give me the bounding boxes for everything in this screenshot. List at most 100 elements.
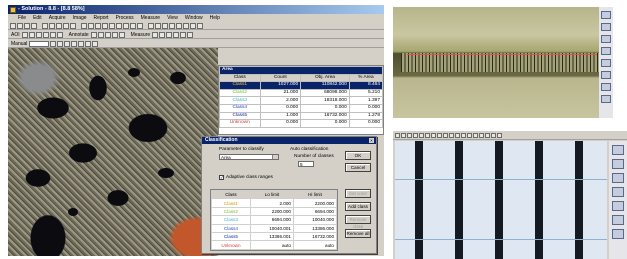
tool-icon[interactable] (461, 132, 466, 138)
thumbnail[interactable] (612, 145, 624, 155)
measure-area-icon[interactable] (166, 31, 173, 38)
sort-icon[interactable] (176, 22, 182, 29)
zoom-in-icon[interactable] (95, 22, 101, 29)
menu-report[interactable]: Report (94, 14, 109, 22)
thumbnail[interactable] (612, 187, 624, 197)
tool-icon[interactable] (401, 132, 406, 138)
tool-icon[interactable] (425, 132, 430, 138)
add-class-button[interactable]: Add class (345, 202, 371, 211)
report-icon[interactable] (148, 22, 154, 29)
thumbnail[interactable] (601, 23, 611, 31)
cut-icon[interactable] (56, 22, 62, 29)
annotate-text-icon[interactable] (90, 31, 97, 38)
stripes-image[interactable] (395, 141, 607, 259)
table-row[interactable]: Class3 6694.000 10040.000 (211, 215, 337, 225)
table-icon[interactable] (155, 22, 161, 29)
annotate-arrow-icon[interactable] (104, 31, 111, 38)
draw-poly-icon[interactable] (78, 40, 85, 47)
menu-measure[interactable]: Measure (141, 14, 160, 22)
measure-calibrate-icon[interactable] (180, 31, 187, 38)
ok-button[interactable]: OK (345, 151, 371, 160)
thumbnail[interactable] (612, 229, 624, 239)
table-row[interactable]: Class1 2.000 2200.000 (211, 198, 337, 208)
table-row[interactable]: Class4 10040.001 13386.000 (211, 223, 337, 233)
menu-edit[interactable]: Edit (33, 14, 42, 22)
table-row[interactable]: Class5 1.000 16732.000 1.278 (219, 111, 384, 121)
draw-point-icon[interactable] (50, 40, 57, 47)
draw-rect-icon[interactable] (64, 40, 71, 47)
aoi-ellipse-icon[interactable] (28, 31, 35, 38)
table-row[interactable]: Class4 0.000 0.000 0.000 (219, 103, 384, 113)
remove-class-button[interactable]: Remove class (345, 215, 371, 229)
print-icon[interactable] (31, 22, 37, 29)
filter-icon[interactable] (123, 22, 129, 29)
area-results-table[interactable]: Area Class Count Obj. Area % Area Class1… (218, 65, 384, 135)
draw-trace-icon[interactable] (85, 40, 92, 47)
aoi-polygon-icon[interactable] (35, 31, 42, 38)
tool-icon[interactable] (497, 132, 502, 138)
undo-icon[interactable] (42, 22, 48, 29)
tool-icon[interactable] (437, 132, 442, 138)
table-row[interactable]: Class3 2.000 18318.000 1.397 (219, 96, 384, 105)
chart-icon[interactable] (137, 22, 143, 29)
save-icon[interactable] (24, 22, 30, 29)
menu-image[interactable]: Image (73, 14, 87, 22)
tool-icon[interactable] (395, 132, 400, 138)
set-color-button[interactable]: Set color (345, 189, 371, 198)
close-icon[interactable]: × (369, 138, 374, 143)
table-row[interactable]: Unknown auto auto (211, 240, 337, 250)
paste-icon[interactable] (70, 22, 76, 29)
tool-icon[interactable] (479, 132, 484, 138)
thumbnail[interactable] (601, 59, 611, 67)
thumbnail[interactable] (612, 159, 624, 169)
measure-angle-icon[interactable] (159, 31, 166, 38)
copy-icon[interactable] (63, 22, 69, 29)
stats-icon[interactable] (190, 22, 196, 29)
tool-icon[interactable] (491, 132, 496, 138)
open-file-icon[interactable] (17, 22, 23, 29)
zoom-fit-icon[interactable] (109, 22, 115, 29)
thumbnail[interactable] (601, 11, 611, 19)
measure-line-icon[interactable] (152, 31, 159, 38)
tool-icon[interactable] (449, 132, 454, 138)
menu-acquire[interactable]: Acquire (49, 14, 66, 22)
tool-icon[interactable] (485, 132, 490, 138)
graph-icon[interactable] (183, 22, 189, 29)
aoi-delete-icon[interactable] (56, 31, 63, 38)
annotate-box-icon[interactable] (111, 31, 118, 38)
histogram-icon[interactable] (88, 22, 94, 29)
tool-icon[interactable] (455, 132, 460, 138)
thumbnail[interactable] (612, 215, 624, 225)
remove-all-button[interactable]: Remove all (345, 229, 371, 238)
aoi-freehand-icon[interactable] (42, 31, 49, 38)
menu-file[interactable]: File (18, 14, 26, 22)
menu-process[interactable]: Process (116, 14, 134, 22)
settings-icon[interactable] (169, 22, 175, 29)
tool-icon[interactable] (473, 132, 478, 138)
menu-window[interactable]: Window (185, 14, 203, 22)
tool-icon[interactable] (443, 132, 448, 138)
aoi-magic-icon[interactable] (49, 31, 56, 38)
draw-clear-icon[interactable] (92, 40, 99, 47)
num-classes-spinner[interactable]: 5 (298, 161, 314, 167)
thumbnail[interactable] (612, 173, 624, 183)
thumbnail[interactable] (601, 47, 611, 55)
draw-circle-icon[interactable] (71, 40, 78, 47)
tool-icon[interactable] (419, 132, 424, 138)
help-icon[interactable] (197, 22, 203, 29)
camera-icon[interactable] (81, 22, 87, 29)
tool-icon[interactable] (413, 132, 418, 138)
new-file-icon[interactable] (10, 22, 16, 29)
class-limits-table[interactable]: Class Lo limit Hi limit Class1 2.000 220… (210, 189, 338, 251)
grid-icon[interactable] (130, 22, 136, 29)
cancel-button[interactable]: Cancel (345, 163, 371, 172)
manual-mode-dropdown[interactable] (29, 40, 50, 47)
table-row[interactable]: Class2 21.000 68098.000 5.210 (219, 88, 384, 98)
menu-view[interactable]: View (167, 14, 178, 22)
adaptive-checkbox[interactable]: ✓ (219, 175, 224, 180)
measure-export-icon[interactable] (187, 31, 194, 38)
macro-icon[interactable] (162, 22, 168, 29)
thumbnail[interactable] (601, 35, 611, 43)
draw-line-icon[interactable] (57, 40, 64, 47)
param-select[interactable]: Area (219, 154, 279, 160)
